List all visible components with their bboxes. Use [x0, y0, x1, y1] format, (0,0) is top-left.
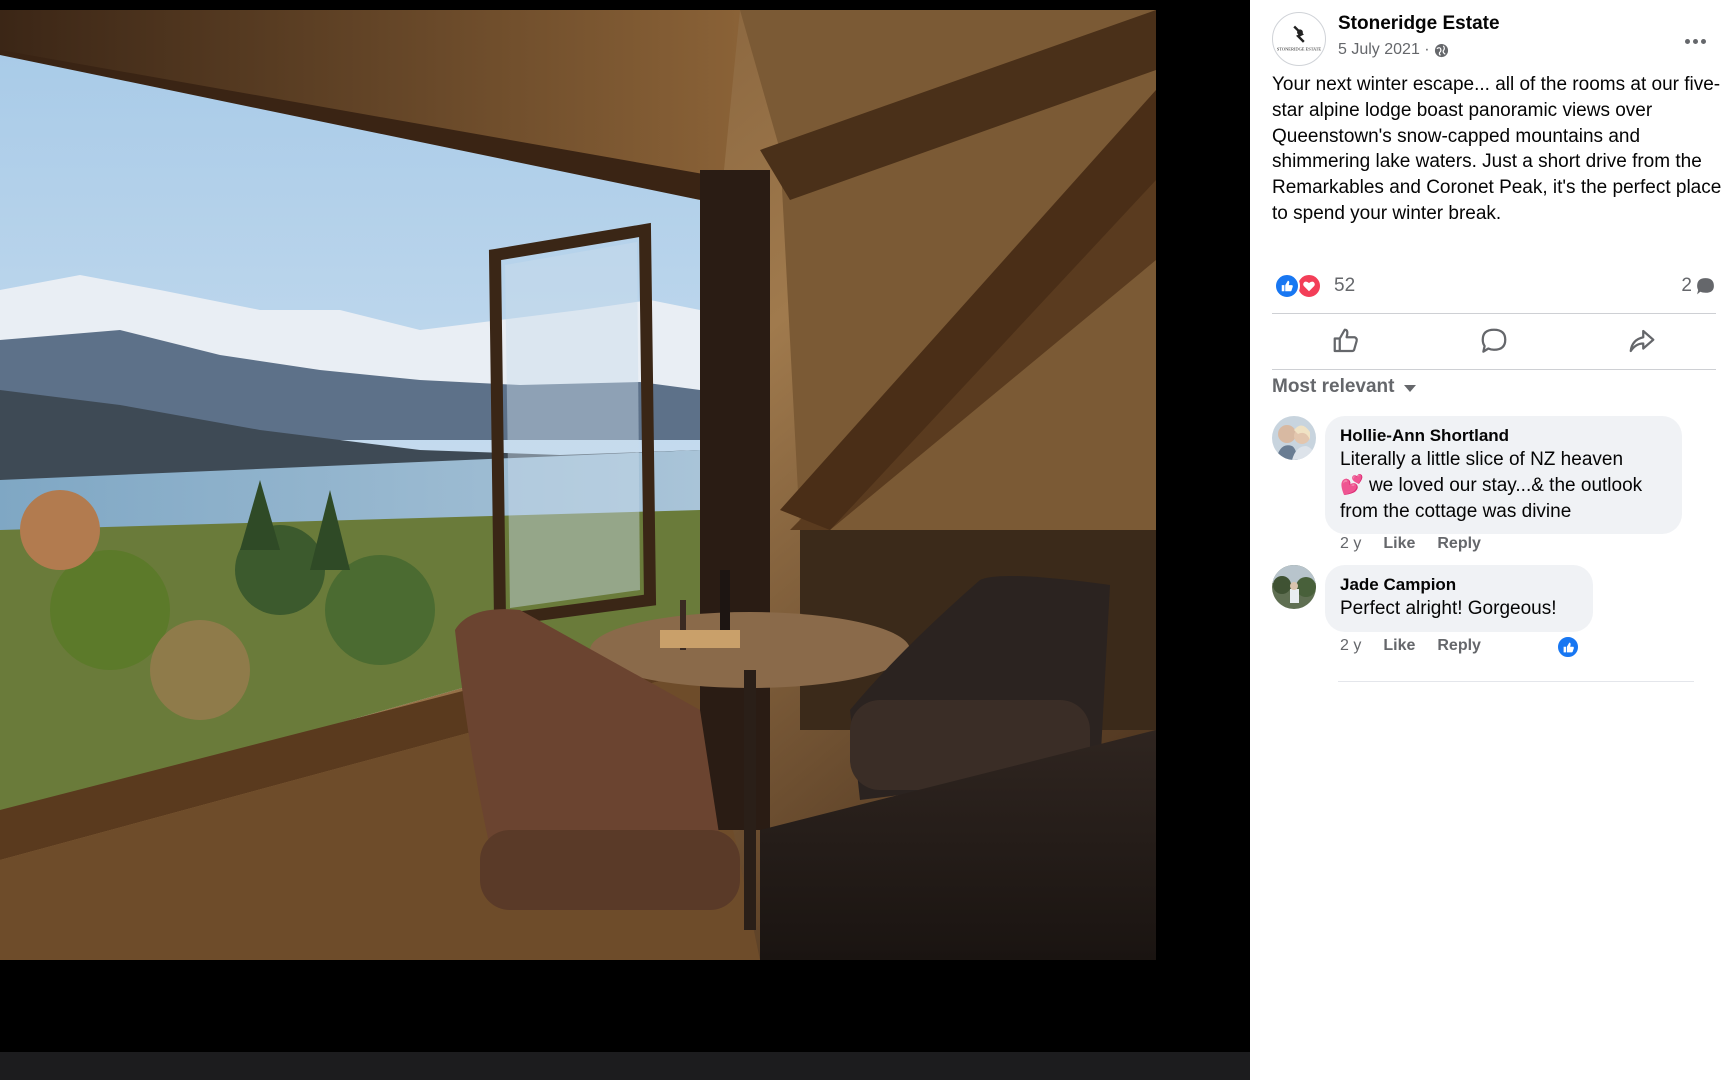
comments-sort-dropdown[interactable]: Most relevant [1272, 376, 1417, 398]
more-dot-icon [1692, 38, 1698, 44]
reactions-summary[interactable]: 52 2 [1272, 272, 1722, 300]
viewer-bottom-bar [0, 1052, 1250, 1080]
comment-bubble: Jade Campion Perfect alright! Gorgeous! [1325, 565, 1593, 632]
comment-like-badge[interactable] [1556, 635, 1580, 659]
comment-text-line-part: we loved our stay...& the outlook [1363, 474, 1643, 496]
post-date[interactable]: 5 July 2021 · [1338, 41, 1430, 59]
share-button[interactable] [1568, 316, 1716, 366]
comment-reply-link[interactable]: Reply [1437, 535, 1481, 553]
commenter-avatar[interactable] [1272, 416, 1316, 460]
comment-reply-link[interactable]: Reply [1437, 637, 1481, 655]
comment-count[interactable]: 2 [1681, 275, 1692, 297]
commenter-avatar[interactable] [1272, 565, 1316, 609]
lodge-room-photo [0, 10, 1156, 960]
post-meta: 5 July 2021 · [1338, 41, 1449, 59]
comment-text-line: from the cottage was divine [1340, 500, 1572, 522]
reaction-icons [1274, 273, 1322, 299]
globe-icon [1434, 43, 1448, 57]
post-panel: STONERIDGE ESTATE Stoneridge Estate 5 Ju… [1250, 0, 1728, 1080]
divider [1272, 369, 1716, 370]
comment-text: Perfect alright! Gorgeous! [1340, 598, 1557, 619]
more-dot-icon [1684, 38, 1690, 44]
comment-like-link[interactable]: Like [1383, 535, 1415, 553]
comment-text-line: Literally a little slice of NZ heaven [1340, 449, 1624, 470]
comment-time[interactable]: 2 y [1340, 637, 1361, 655]
divider [1338, 681, 1694, 682]
more-dot-icon [1700, 38, 1706, 44]
photo-viewer [0, 0, 1250, 1080]
like-icon [1333, 328, 1358, 353]
comment-text: Literally a little slice of NZ heaven 💕 … [1340, 447, 1667, 524]
more-options-button[interactable] [1678, 24, 1712, 58]
comment-button[interactable] [1420, 316, 1568, 366]
post-photo[interactable] [0, 10, 1156, 960]
reaction-count[interactable]: 52 [1334, 275, 1355, 297]
comments-sort-label: Most relevant [1272, 376, 1395, 397]
comment-icon [1481, 328, 1507, 353]
comment-actions: 2 y Like Reply [1340, 637, 1481, 655]
two-hearts-emoji: 💕 [1340, 474, 1364, 496]
post-text: Your next winter escape... all of the ro… [1272, 74, 1722, 224]
caret-down-icon [1404, 385, 1417, 392]
comment-time[interactable]: 2 y [1340, 535, 1361, 553]
like-button[interactable] [1272, 316, 1420, 366]
page-name[interactable]: Stoneridge Estate [1338, 13, 1500, 35]
like-reaction-icon [1563, 642, 1574, 652]
post-header: STONERIDGE ESTATE Stoneridge Estate 5 Ju… [1272, 10, 1722, 66]
comment-bubble-icon [1697, 278, 1714, 295]
comment-author[interactable]: Hollie-Ann Shortland [1340, 425, 1667, 447]
comment-text-line: 💕 we loved our stay...& the outlook [1340, 473, 1667, 499]
comment-actions: 2 y Like Reply [1340, 535, 1481, 553]
share-icon [1629, 329, 1655, 353]
like-reaction-icon [1274, 273, 1300, 299]
comment-bubble: Hollie-Ann Shortland Literally a little … [1325, 416, 1682, 535]
divider [1272, 313, 1716, 314]
comment-like-link[interactable]: Like [1383, 637, 1415, 655]
avatar-logo-text: STONERIDGE ESTATE [1277, 47, 1322, 52]
page-avatar[interactable]: STONERIDGE ESTATE [1272, 12, 1326, 66]
post-actions [1272, 316, 1716, 366]
comment-author[interactable]: Jade Campion [1340, 574, 1578, 596]
